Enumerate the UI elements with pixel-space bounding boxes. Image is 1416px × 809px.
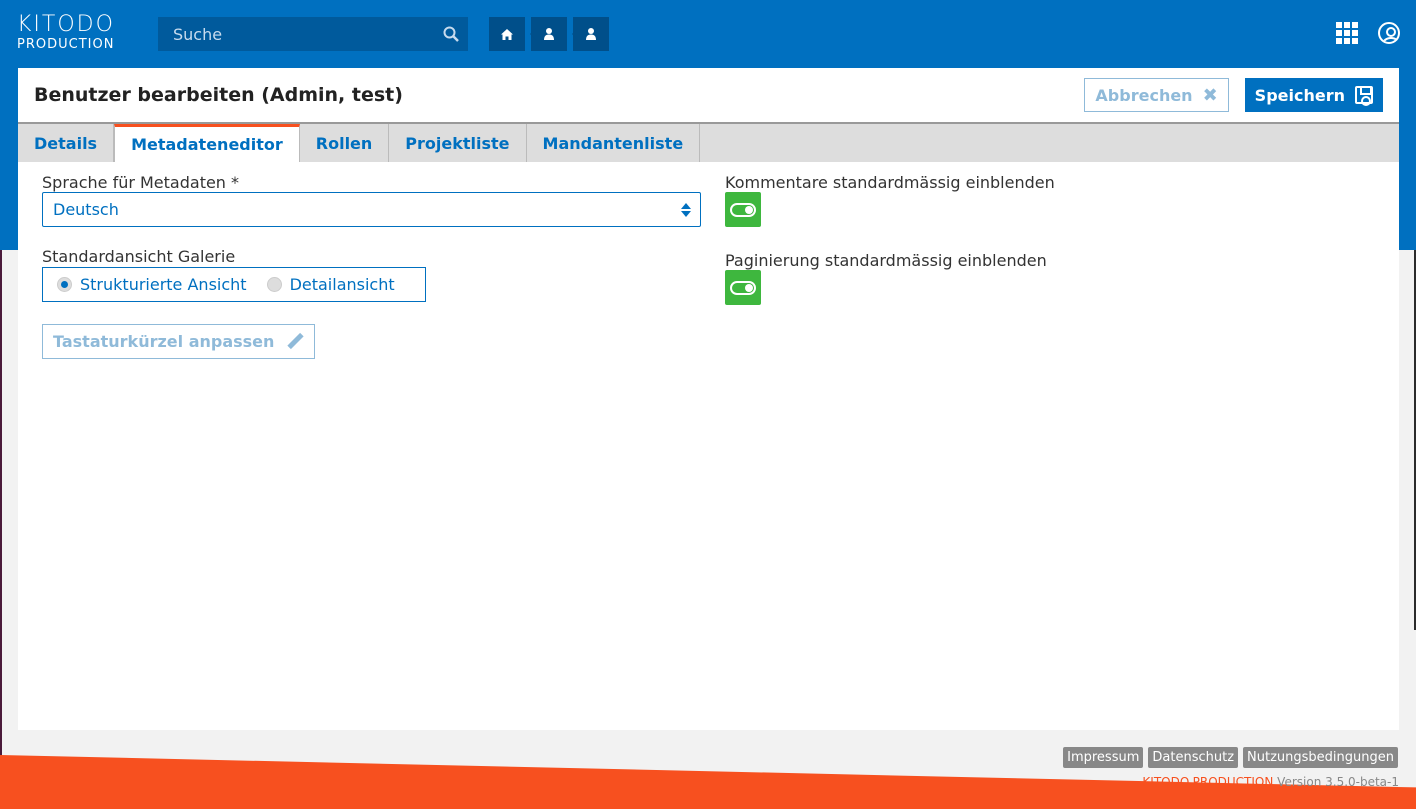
edit-user-panel: Benutzer bearbeiten (Admin, test) Abbrec… bbox=[18, 68, 1399, 730]
metadata-language-label: Sprache für Metadaten * bbox=[42, 173, 240, 192]
footer-link-privacy[interactable]: Datenschutz bbox=[1148, 747, 1239, 768]
select-arrows-icon bbox=[681, 203, 691, 217]
search-icon[interactable] bbox=[434, 17, 468, 51]
header-buttons: Abbrechen ✖ Speichern bbox=[1084, 78, 1383, 112]
footer-link-terms[interactable]: Nutzungsbedingungen bbox=[1243, 747, 1398, 768]
pencil-icon bbox=[286, 333, 304, 351]
top-header: KITODO PRODUCTION bbox=[0, 0, 1416, 68]
footer-brand: KITODO.PRODUCTION bbox=[1142, 775, 1274, 789]
tab-bar: Details Metadateneditor Rollen Projektli… bbox=[18, 124, 1399, 162]
user-icon bbox=[544, 28, 554, 40]
show-pagination-label: Paginierung standardmässig einblenden bbox=[725, 251, 1047, 270]
show-pagination-toggle[interactable] bbox=[725, 270, 761, 305]
floppy-disk-icon bbox=[1355, 86, 1373, 106]
save-button[interactable]: Speichern bbox=[1244, 78, 1383, 112]
footer-link-imprint[interactable]: Impressum bbox=[1063, 747, 1144, 768]
footer-links: Impressum Datenschutz Nutzungsbedingunge… bbox=[1063, 747, 1398, 768]
panel-header: Benutzer bearbeiten (Admin, test) Abbrec… bbox=[18, 68, 1399, 124]
metadata-language-select[interactable]: Deutsch bbox=[42, 192, 701, 227]
radio-button[interactable] bbox=[266, 277, 282, 292]
gallery-view-radio-group: Strukturierte Ansicht Detailansicht bbox=[42, 267, 426, 302]
cancel-button[interactable]: Abbrechen ✖ bbox=[1084, 78, 1229, 112]
radio-detail-view[interactable]: Detailansicht bbox=[266, 275, 395, 294]
tab-details[interactable]: Details bbox=[18, 124, 115, 162]
version-number: Version 3.5.0-beta-1 bbox=[1277, 775, 1399, 789]
radio-button-checked[interactable] bbox=[57, 277, 72, 292]
radio-structured-view[interactable]: Strukturierte Ansicht bbox=[57, 275, 247, 294]
search-input[interactable] bbox=[158, 17, 434, 51]
apps-grid-icon[interactable] bbox=[1336, 22, 1358, 44]
left-edge bbox=[0, 250, 2, 809]
kitodo-logo[interactable]: KITODO PRODUCTION bbox=[17, 14, 115, 52]
user-icon bbox=[586, 28, 596, 40]
toggle-on-icon bbox=[730, 280, 756, 295]
version-info: KITODO.PRODUCTION Version 3.5.0-beta-1 bbox=[1142, 775, 1399, 789]
user-account-icon[interactable] bbox=[1378, 22, 1400, 44]
page-title: Benutzer bearbeiten (Admin, test) bbox=[34, 84, 403, 106]
tab-client-list[interactable]: Mandantenliste bbox=[527, 124, 701, 162]
tab-metadata-editor[interactable]: Metadateneditor bbox=[114, 124, 300, 162]
home-icon bbox=[501, 28, 513, 40]
edit-shortcuts-button[interactable]: Tastaturkürzel anpassen bbox=[42, 324, 316, 359]
show-comments-label: Kommentare standardmässig einblenden bbox=[725, 173, 1055, 192]
close-icon: ✖ bbox=[1202, 84, 1218, 106]
tab-roles[interactable]: Rollen bbox=[300, 124, 390, 162]
show-comments-toggle[interactable] bbox=[725, 192, 761, 227]
toggle-on-icon bbox=[730, 202, 756, 217]
search-box bbox=[158, 17, 468, 51]
breadcrumb-home[interactable] bbox=[489, 17, 525, 51]
selected-language: Deutsch bbox=[53, 200, 119, 219]
breadcrumb bbox=[489, 17, 609, 51]
breadcrumb-users[interactable] bbox=[530, 17, 567, 51]
header-actions bbox=[1336, 22, 1400, 44]
breadcrumb-user-edit[interactable] bbox=[572, 17, 609, 51]
tab-project-list[interactable]: Projektliste bbox=[389, 124, 527, 162]
gallery-view-label: Standardansicht Galerie bbox=[42, 247, 236, 266]
